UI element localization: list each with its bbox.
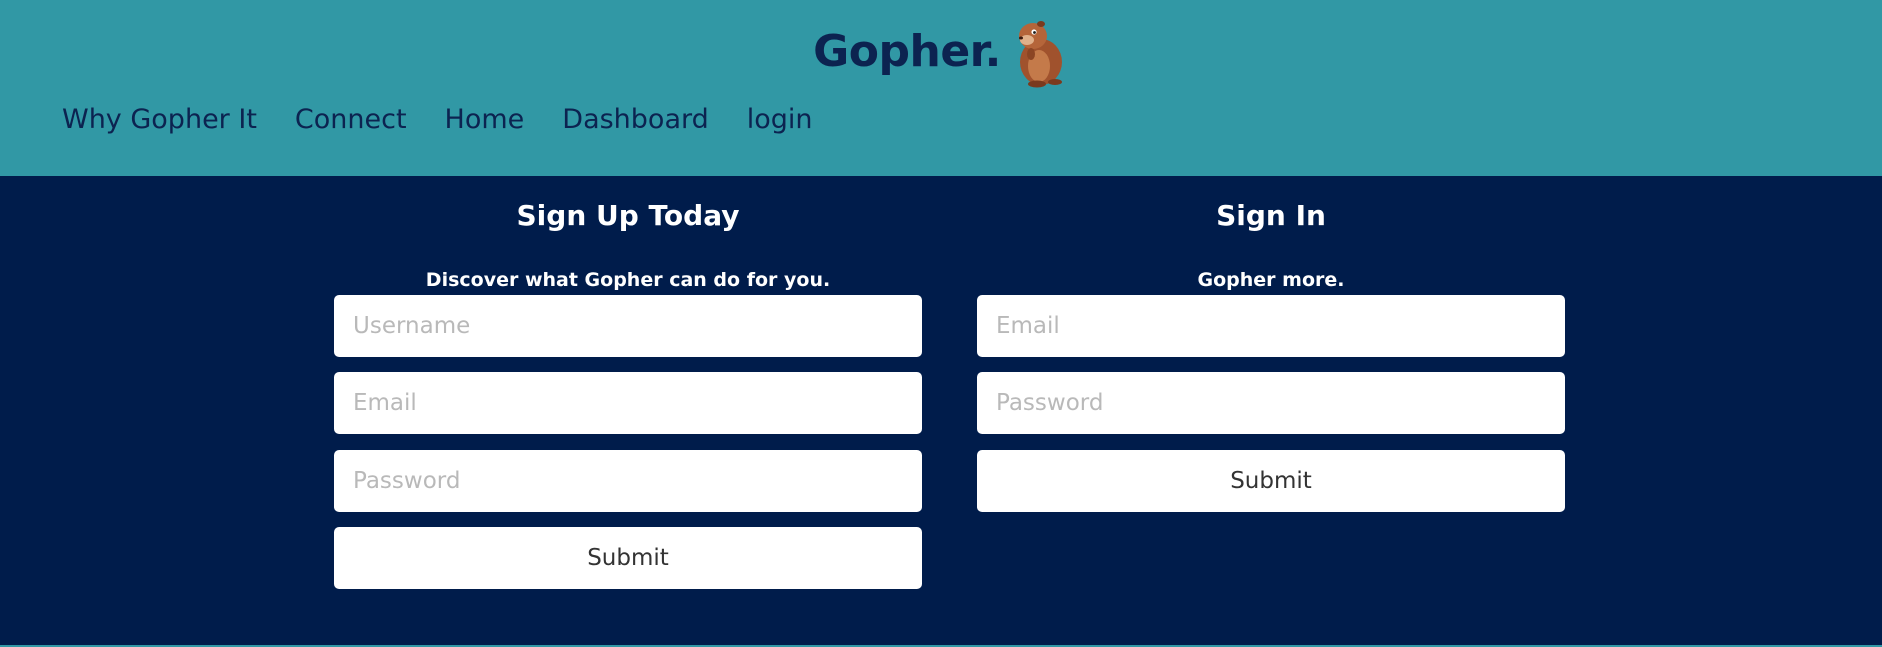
site-header: Gopher. Why Gopher It Connect Home Dashb… <box>0 0 1882 176</box>
signup-password-input[interactable] <box>334 450 922 512</box>
signin-password-input[interactable] <box>977 372 1565 434</box>
signup-subtitle: Discover what Gopher can do for you. <box>425 269 831 291</box>
nav-login[interactable]: login <box>747 104 813 135</box>
nav-home[interactable]: Home <box>445 104 525 135</box>
signin-title: Sign In <box>1216 199 1326 232</box>
nav-dashboard[interactable]: Dashboard <box>562 104 708 135</box>
gopher-icon <box>1018 21 1062 88</box>
main-nav: Why Gopher It Connect Home Dashboard log… <box>62 104 851 135</box>
signup-submit-button[interactable]: Submit <box>334 527 922 589</box>
nav-connect[interactable]: Connect <box>295 104 407 135</box>
signin-email-input[interactable] <box>977 295 1565 357</box>
brand: Gopher. <box>0 14 1882 88</box>
nav-why-gopher-it[interactable]: Why Gopher It <box>62 104 257 135</box>
signup-username-input[interactable] <box>334 295 922 357</box>
forms-section: Sign Up Today Discover what Gopher can d… <box>0 176 1882 645</box>
signup-title: Sign Up Today <box>516 199 740 232</box>
signin-subtitle: Gopher more. <box>1197 269 1345 291</box>
signin-submit-button[interactable]: Submit <box>977 450 1565 512</box>
brand-title: Gopher. <box>813 25 1001 77</box>
signup-email-input[interactable] <box>334 372 922 434</box>
